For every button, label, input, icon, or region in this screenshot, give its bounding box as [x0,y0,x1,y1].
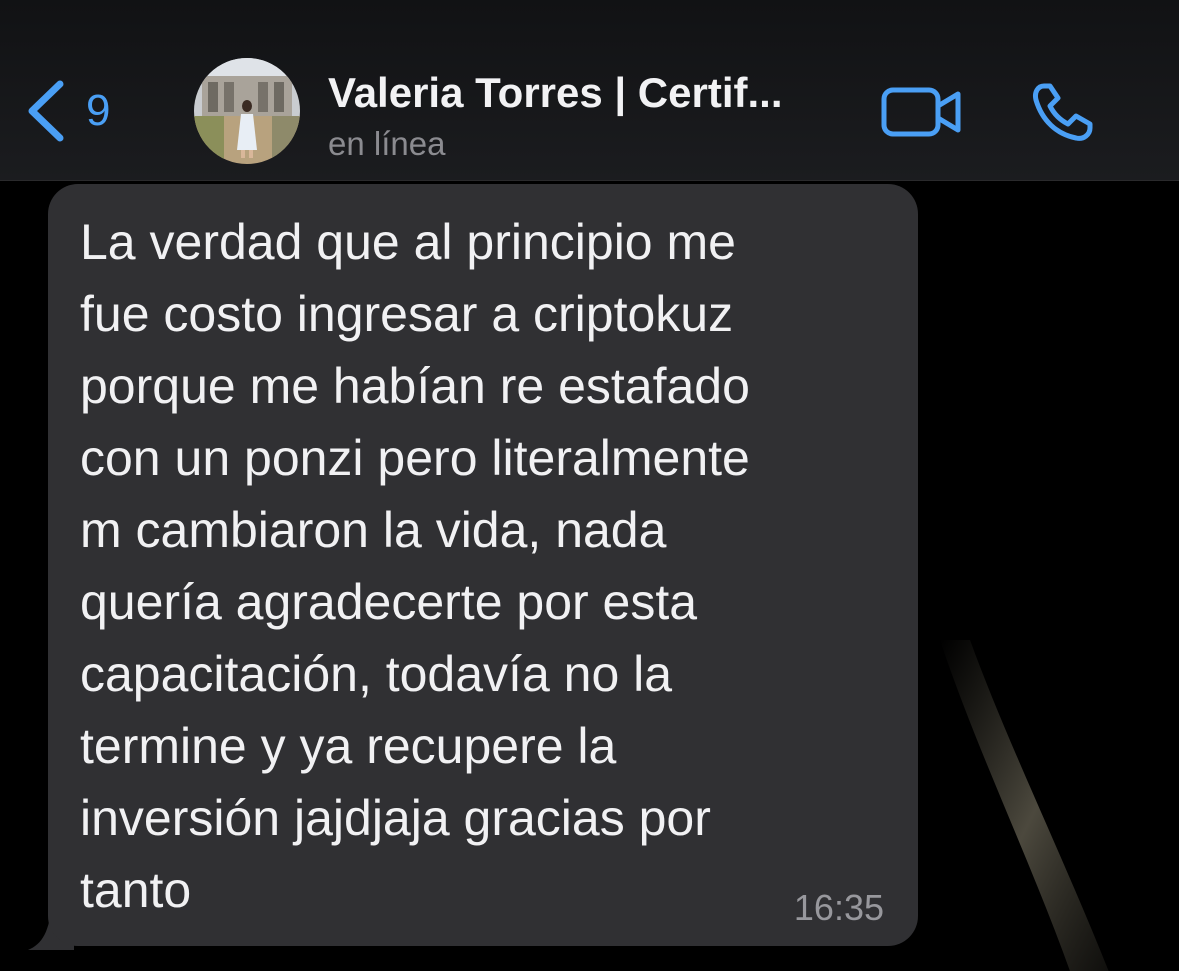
incoming-message-bubble[interactable]: La verdad que al principio me fue costo … [48,184,918,946]
avatar[interactable] [194,58,300,164]
message-text: La verdad que al principio me fue costo … [80,214,750,918]
chat-header: 9 Valeria Torres | Certif... en línea [0,0,1179,181]
contact-status: en línea [328,125,446,162]
chevron-left-icon [28,80,64,142]
chat-screen: 9 Valeria Torres | Certif... en línea La… [0,0,1179,971]
back-button[interactable]: 9 [22,76,110,146]
unread-count: 9 [86,86,111,135]
video-camera-icon[interactable] [880,84,964,140]
message-timestamp: 16:35 [793,887,884,928]
avatar-photo [194,58,300,164]
contact-info[interactable]: Valeria Torres | Certif... en línea [328,66,858,166]
phone-icon[interactable] [1030,80,1098,144]
wallpaper-light-streak [940,640,1109,971]
contact-name: Valeria Torres | Certif... [328,69,783,116]
